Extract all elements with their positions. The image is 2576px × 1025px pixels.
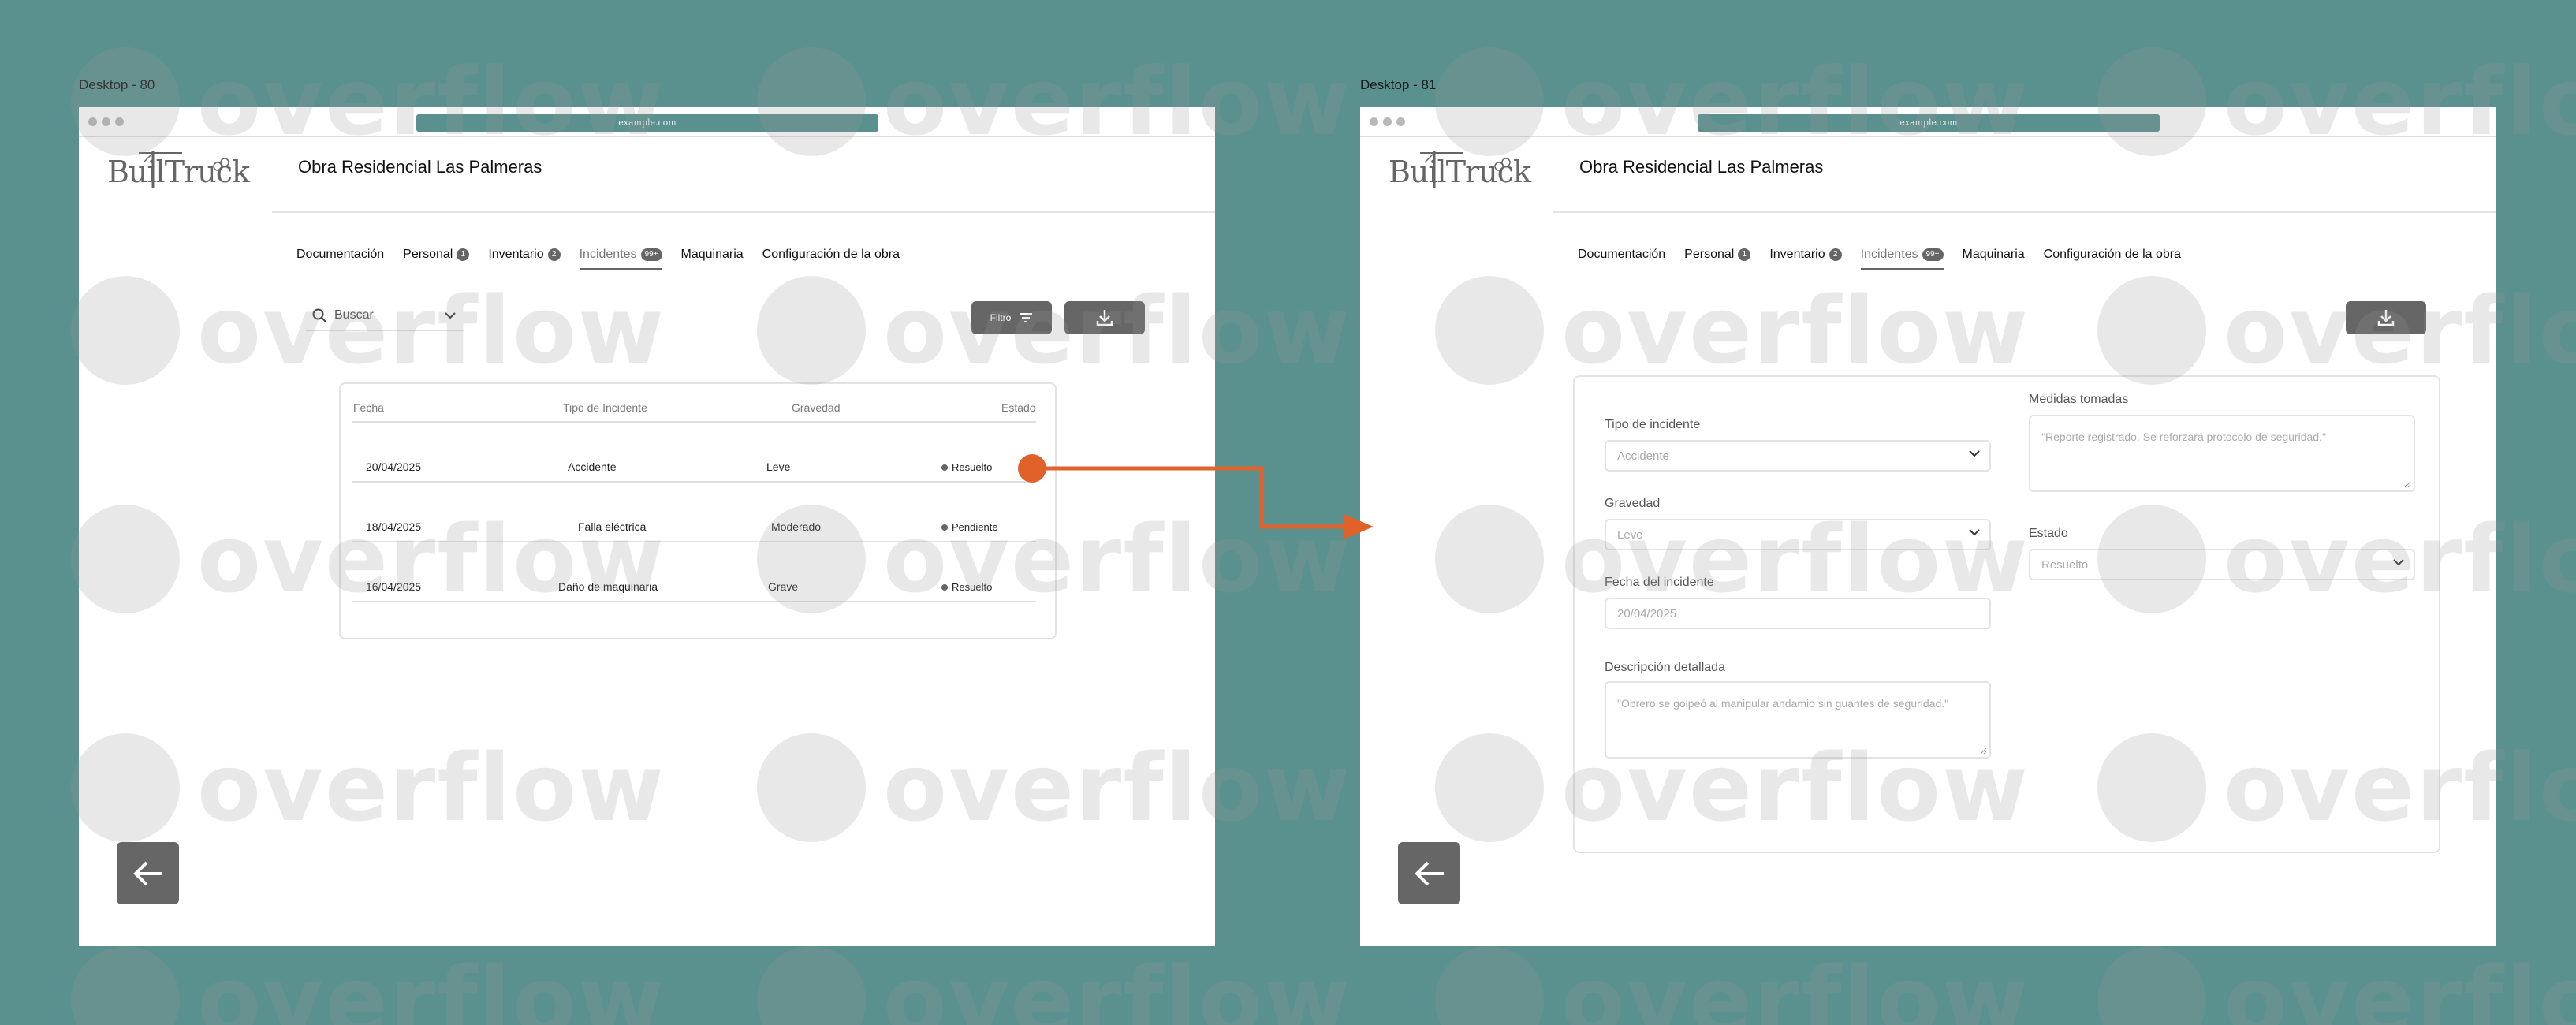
arrowhead-icon (1344, 514, 1374, 539)
link-path (1032, 466, 1358, 529)
prototype-link-arrow (1018, 454, 1374, 539)
